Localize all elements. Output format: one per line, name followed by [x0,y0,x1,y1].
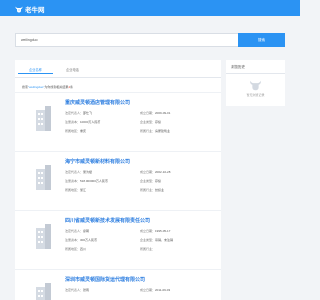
bull-placeholder-icon [250,80,261,91]
company-name-link[interactable]: 海宁市威灵顿新材料有限公司 [65,158,130,165]
tab-4[interactable] [130,66,165,74]
company-name-link[interactable]: 四川省威灵顿新技术发展有限责任公司 [65,217,150,224]
building-icon [36,106,51,131]
legal-rep: 法定代表人：邵仕飞 [65,111,93,115]
registered-capital: 注册资本：518.000000万人民币 [65,179,108,183]
search-bar: 搜索 [15,33,285,47]
company-name-link[interactable]: 深圳市威灵顿国际货运代理有限公司 [65,276,145,283]
result-card: 深圳市威灵顿国际货运代理有限公司 法定代表人：张雨 成立日期：2011-09-0… [15,269,221,300]
bull-logo-icon [15,6,23,12]
top-bar: 老牛网 [0,0,300,16]
company-industry: 所属行业： [140,247,156,251]
results-panel: 企业名称 企业电话 搜索"weilingduo"为你找到相关结果4条 重庆威灵顿… [15,60,221,300]
founded-date: 成立日期：2009-09-01 [140,111,171,115]
summary-middle: 为你找到相关结果 [44,85,69,89]
summary-keyword: "weilingduo" [28,85,45,89]
legal-rep: 法定代表人：张雨 [65,288,90,292]
building-icon [36,165,51,190]
legal-rep: 法定代表人：廖朝 [65,229,90,233]
legal-rep: 法定代表人：吴为斌 [65,170,93,174]
history-empty-text: 暂无浏览记录 [246,93,265,97]
company-status: 企业类型：存续 [140,120,162,124]
search-button[interactable]: 搜索 [238,33,285,47]
company-industry: 所属行业：纺织业 [140,188,165,192]
company-status: 企业类型：吊销，未注销 [140,238,174,242]
result-summary: 搜索"weilingduo"为你找到相关结果4条 [22,85,73,89]
registered-capital: 注册资本：300万人民币 [65,238,98,242]
founded-date: 成立日期：2002-10-28 [140,170,171,174]
building-icon [36,283,51,300]
search-input[interactable] [16,34,240,46]
founded-date: 成立日期：2011-09-03 [140,288,171,292]
tab-3[interactable] [93,66,128,74]
company-region: 所属地区：重庆 [65,129,87,133]
registered-capital: 注册资本：10000万人民币 [65,120,101,124]
founded-date: 成立日期：1995-05-17 [140,229,171,233]
summary-suffix: 条 [70,85,74,89]
company-region: 所属地区：四川 [65,247,87,251]
site-logo[interactable]: 老牛网 [15,4,45,14]
tab-company-phone[interactable]: 企业电话 [55,66,90,74]
company-region: 所属地区：浙江 [65,188,87,192]
building-icon [36,224,51,249]
search-tabs: 企业名称 企业电话 [15,60,221,78]
tab-company-name[interactable]: 企业名称 [18,66,53,74]
result-card: 海宁市威灵顿新材料有限公司 法定代表人：吴为斌 成立日期：2002-10-28 … [15,151,221,211]
tab-5[interactable] [167,66,202,74]
result-card: 四川省威灵顿新技术发展有限责任公司 法定代表人：廖朝 成立日期：1995-05-… [15,210,221,270]
company-name-link[interactable]: 重庆威灵顿酒店管理有限公司 [65,99,130,106]
company-industry: 所属行业：房屋建筑业 [140,129,171,133]
result-card: 重庆威灵顿酒店管理有限公司 法定代表人：邵仕飞 成立日期：2009-09-01 … [15,92,221,152]
history-title: 浏览历史 [231,65,245,69]
brand-name: 老牛网 [25,7,45,14]
history-divider [226,73,285,74]
history-panel: 浏览历史 暂无浏览记录 [226,60,285,106]
company-status: 企业类型：存续 [140,179,162,183]
